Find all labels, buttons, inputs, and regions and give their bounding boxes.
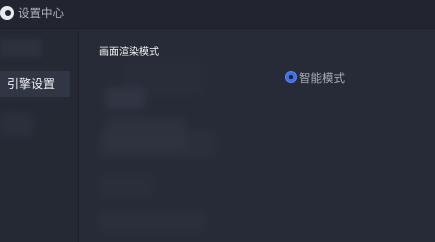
main-content: 画面渲染模式 智能模式 [79,29,435,242]
settings-window: 设置中心 引擎设置 画面渲染模式 智能模式 [0,0,435,242]
blurred-content [97,211,207,233]
sidebar-blurred-item [0,39,42,57]
blurred-content [97,173,155,199]
render-mode-option-label[interactable]: 智能模式 [299,71,345,85]
sidebar-item-engine-settings[interactable]: 引擎设置 [0,71,70,97]
sidebar-item-label: 引擎设置 [7,77,56,91]
app-logo-icon [0,6,14,20]
window-title: 设置中心 [18,6,64,20]
title-bar: 设置中心 [0,0,435,29]
section-title: 画面渲染模式 [99,47,159,58]
blurred-content [105,87,145,109]
blurred-content [97,129,217,159]
sidebar: 引擎设置 [0,29,79,242]
sidebar-blurred-item-2 [0,113,34,137]
radio-selected-icon[interactable] [286,72,296,82]
